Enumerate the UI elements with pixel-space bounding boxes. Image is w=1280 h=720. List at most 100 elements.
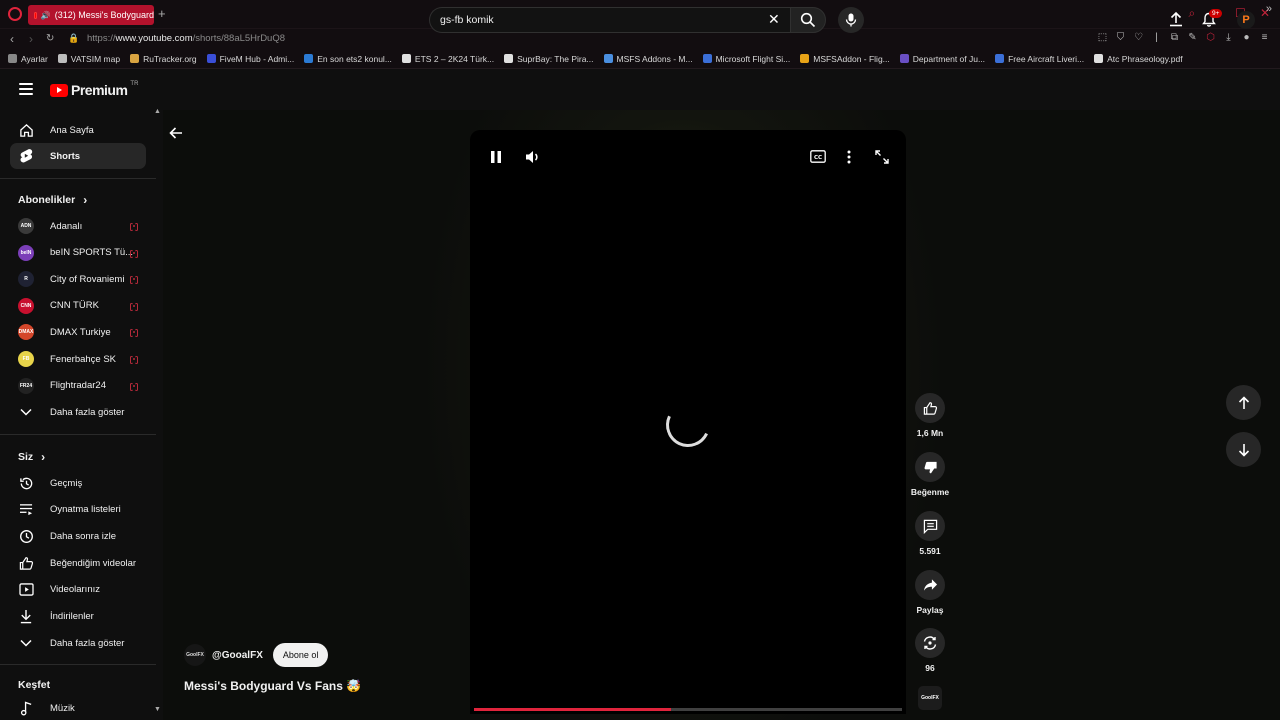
hamburger-menu-icon[interactable] bbox=[19, 83, 33, 95]
subscription-item[interactable]: FB Fenerbahçe SK bbox=[10, 346, 146, 372]
subscribe-button[interactable]: Abone ol bbox=[272, 643, 329, 667]
bookmark-item[interactable]: Microsoft Flight Si... bbox=[702, 53, 791, 64]
back-icon[interactable]: ‹ bbox=[10, 32, 14, 46]
account-avatar[interactable]: P bbox=[1237, 11, 1255, 29]
download-icon[interactable]: ⤓ bbox=[1223, 32, 1234, 43]
channel-avatar: ADN bbox=[18, 218, 34, 234]
bookmark-item[interactable]: FiveM Hub - Admi... bbox=[206, 54, 294, 64]
dislike-button[interactable] bbox=[915, 452, 945, 482]
upload-button[interactable] bbox=[1168, 11, 1184, 32]
bookmarks-overflow-icon[interactable]: » bbox=[1266, 3, 1272, 15]
you-show-more[interactable]: Daha fazla göster bbox=[10, 630, 146, 656]
bookmark-item[interactable]: SuprBay: The Pira... bbox=[504, 54, 594, 64]
extensions-icon[interactable]: ✎ bbox=[1187, 32, 1198, 43]
remix-action[interactable]: 96 bbox=[906, 628, 954, 673]
channel-handle[interactable]: @GooalFX bbox=[212, 650, 263, 661]
logo-text: Premium bbox=[71, 82, 128, 98]
snapshot-icon[interactable]: ⬚ bbox=[1097, 32, 1108, 43]
bookmark-item[interactable]: RuTracker.org bbox=[130, 54, 197, 64]
clear-search-icon[interactable]: ✕ bbox=[768, 11, 780, 28]
bookmark-label: MSFS Addons - M... bbox=[616, 53, 693, 64]
bookmark-favicon-icon bbox=[8, 54, 17, 63]
youtube-play-logo-icon bbox=[50, 83, 68, 97]
like-button[interactable] bbox=[915, 393, 945, 423]
sidebar-item-home[interactable]: Ana Sayfa bbox=[10, 117, 146, 143]
menu-icon[interactable]: ≡ bbox=[1259, 32, 1270, 43]
sidebar-item-playlists[interactable]: Oynatma listeleri bbox=[10, 496, 146, 522]
bookmark-item[interactable]: VATSIM map bbox=[57, 54, 120, 64]
captions-button[interactable]: CC bbox=[810, 150, 826, 168]
bookmark-favicon-icon bbox=[995, 54, 1005, 63]
voice-search-button[interactable] bbox=[838, 7, 864, 33]
volume-button[interactable] bbox=[525, 150, 541, 169]
subscription-item[interactable]: beIN beIN SPORTS Tü... bbox=[10, 240, 146, 266]
subscriptions-heading[interactable]: Abonelikler › bbox=[18, 193, 87, 207]
search-input[interactable] bbox=[440, 14, 760, 26]
channel-sound-thumbnail[interactable]: GoolFX bbox=[918, 686, 942, 710]
explore-heading: Keşfet bbox=[18, 679, 50, 691]
bookmark-item[interactable]: Department of Ju... bbox=[899, 54, 985, 64]
pause-button[interactable] bbox=[490, 150, 502, 169]
new-tab-button[interactable]: + bbox=[158, 6, 166, 21]
search-button[interactable] bbox=[790, 7, 826, 33]
sidebar-item-your-videos[interactable]: Videolarınız bbox=[10, 576, 146, 602]
sidebar-item-watch-later[interactable]: Daha sonra izle bbox=[10, 523, 146, 549]
comments-button[interactable] bbox=[915, 511, 945, 541]
bookmark-label: Microsoft Flight Si... bbox=[715, 53, 791, 64]
forward-icon[interactable]: › bbox=[29, 32, 33, 46]
bookmark-item[interactable]: ETS 2 – 2K24 Türk... bbox=[401, 54, 494, 64]
heart-icon[interactable]: ♡ bbox=[1133, 32, 1144, 43]
remix-button[interactable] bbox=[915, 628, 945, 658]
subscriptions-show-more[interactable]: Daha fazla göster bbox=[10, 399, 146, 425]
subscription-item[interactable]: R City of Rovaniemi bbox=[10, 266, 146, 292]
next-short-button[interactable] bbox=[1226, 432, 1261, 467]
sidebar-item-label: Geçmiş bbox=[50, 477, 83, 489]
bookmark-item[interactable]: Ayarlar bbox=[8, 54, 48, 64]
short-video-player[interactable]: CC bbox=[470, 130, 906, 714]
sidebar-scroll-up-arrow[interactable]: ▲ bbox=[154, 108, 161, 115]
sidebar-scroll-down-arrow[interactable]: ▼ bbox=[154, 706, 161, 713]
bookmark-item[interactable]: Atc Phraseology.pdf bbox=[1094, 54, 1183, 64]
subscription-item[interactable]: CNN CNN TÜRK bbox=[10, 293, 146, 319]
like-action[interactable]: 1,6 Mn bbox=[906, 393, 954, 438]
bookmark-item[interactable]: En son ets2 konul... bbox=[304, 54, 392, 64]
sidebar-item-downloads[interactable]: İndirilenler bbox=[10, 603, 146, 629]
shield-icon[interactable]: ⛉ bbox=[1115, 32, 1126, 43]
share-button[interactable] bbox=[915, 570, 945, 600]
explore-heading-label: Keşfet bbox=[18, 679, 51, 691]
comments-action[interactable]: 5.591 bbox=[906, 511, 954, 556]
speaker-icon[interactable]: 🔊 bbox=[41, 11, 51, 20]
you-heading[interactable]: Siz › bbox=[18, 450, 45, 464]
reload-icon[interactable]: ↻ bbox=[46, 33, 54, 44]
browser-tab-active[interactable]: 🔊 (312) Messi's Bodyguard bbox=[28, 5, 154, 25]
share-action[interactable]: Paylaş bbox=[906, 570, 954, 615]
youtube-premium-logo[interactable]: Premium TR bbox=[50, 81, 138, 98]
bookmark-favicon-icon bbox=[57, 54, 67, 63]
channel-avatar[interactable]: GoolFX bbox=[184, 644, 206, 666]
fullscreen-button[interactable] bbox=[875, 150, 889, 169]
back-button[interactable] bbox=[168, 125, 184, 146]
url-field[interactable]: https://www.youtube.com/shorts/88aL5HrDu… bbox=[87, 33, 285, 44]
bookmark-item[interactable]: MSFS Addons - M... bbox=[603, 53, 693, 64]
short-title[interactable]: Messi's Bodyguard Vs Fans 🤯 bbox=[184, 679, 361, 693]
sidebar-item-music[interactable]: Müzik bbox=[10, 695, 146, 720]
previous-short-button[interactable] bbox=[1226, 385, 1261, 420]
subscription-item[interactable]: FR24 Flightradar24 bbox=[10, 373, 146, 399]
bookmark-item[interactable]: MSFSAddon - Flig... bbox=[800, 54, 890, 64]
translate-icon[interactable]: ⧉ bbox=[1169, 32, 1180, 43]
subscription-item[interactable]: DMAX DMAX Turkiye bbox=[10, 319, 146, 345]
opera-logo-icon[interactable] bbox=[8, 7, 22, 21]
video-progress-bar[interactable] bbox=[474, 708, 902, 711]
search-tabs-icon[interactable]: ⌕ bbox=[1188, 6, 1195, 21]
more-options-button[interactable] bbox=[847, 150, 851, 169]
sidebar-item-shorts[interactable]: Shorts bbox=[10, 143, 146, 169]
profile-icon[interactable]: ● bbox=[1241, 32, 1252, 43]
vpn-icon[interactable]: ⬡ bbox=[1205, 32, 1216, 43]
chevron-right-icon: › bbox=[83, 193, 88, 207]
sidebar-item-history[interactable]: Geçmiş bbox=[10, 470, 146, 496]
dislike-action[interactable]: Beğenme bbox=[906, 452, 954, 497]
subscription-item[interactable]: ADN Adanalı bbox=[10, 213, 146, 239]
lock-icon[interactable]: 🔒 bbox=[68, 33, 79, 44]
sidebar-item-liked-videos[interactable]: Beğendiğim videolar bbox=[10, 550, 146, 576]
bookmark-item[interactable]: Free Aircraft Liveri... bbox=[995, 54, 1084, 64]
